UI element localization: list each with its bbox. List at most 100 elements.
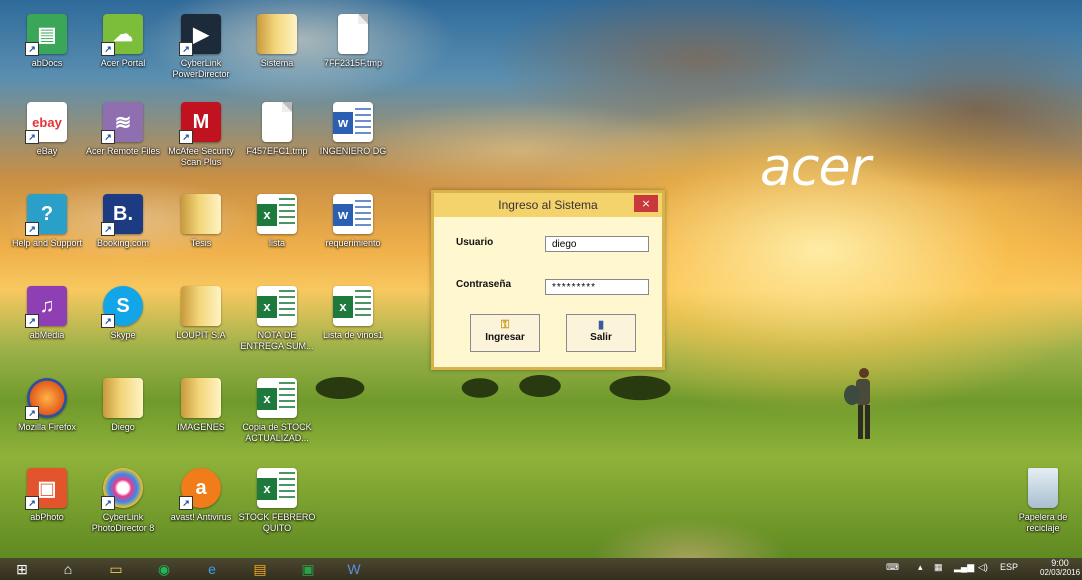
desktop-icon-sistema[interactable]: Sistema (238, 14, 316, 69)
photodirector-icon: ↗ (101, 468, 143, 510)
clock[interactable]: 9:00 02/03/2016 (1040, 558, 1080, 578)
file-icon (262, 102, 292, 142)
abmedia-icon: ♫ ↗ (25, 286, 67, 328)
desktop-icon-lista-de-vinos[interactable]: x Lista de vinos1 (314, 286, 392, 341)
taskbar: ⊞ ⌂ ▭ ◉ e ▤ ▣ W ⌨ ▴ ▦ ▂▄▆ ◁) ESP 9:00 02… (0, 558, 1082, 580)
desktop-icon-mcafee[interactable]: M ↗ McAfee Security Scan Plus (162, 102, 240, 168)
key-icon: ⚿ (500, 319, 510, 331)
file-icon (338, 14, 368, 54)
ingresar-button[interactable]: ⚿ Ingresar (470, 314, 540, 352)
help-icon: ? ↗ (25, 194, 67, 236)
folder-icon (181, 286, 221, 326)
user-field[interactable]: diego (545, 236, 649, 252)
desktop-icon-label: requerimiento (325, 238, 381, 248)
word-document-icon: w (333, 102, 373, 142)
word-document-icon: w (333, 194, 373, 234)
desktop-icon-skype[interactable]: S ↗ Skype (84, 286, 162, 341)
chevron-up-icon[interactable]: ▴ (918, 562, 923, 573)
desktop-icon-abphoto[interactable]: ▣ ↗ abPhoto (8, 468, 86, 523)
desktop-icon-label: Acer Remote Files (85, 146, 161, 156)
excel-icon: x (257, 468, 297, 508)
desktop-icon-label: lista (268, 238, 285, 248)
person-silhouette (844, 368, 870, 439)
desktop-icon-label: Acer Portal (100, 58, 146, 68)
desktop-icon-tesis[interactable]: Tesis (162, 194, 240, 249)
desktop-icon-lista[interactable]: x lista (238, 194, 316, 249)
desktop-icon-label: Tesis (190, 238, 212, 248)
internet-explorer-icon[interactable]: e (198, 559, 226, 579)
desktop-icon-label: eBay (36, 146, 58, 156)
desktop-icon-label: abPhoto (30, 512, 64, 522)
desktop-icon-label: NOTA DE ENTREGA SUM... (240, 330, 314, 351)
spotify-icon[interactable]: ◉ (150, 559, 178, 579)
desktop-icon-acer-portal[interactable]: ☁ ↗ Acer Portal (84, 14, 162, 69)
windows-store-icon[interactable]: ▣ (294, 559, 322, 579)
desktop-icon-label: LOUPIT S.A (176, 330, 226, 340)
desktop-icon-loupit[interactable]: LOUPIT S.A (162, 286, 240, 341)
desktop-icon-booking[interactable]: B. ↗ Booking.com (84, 194, 162, 249)
abphoto-icon: ▣ ↗ (25, 468, 67, 510)
desktop-icon-label: Help and Support (11, 238, 83, 248)
folder-icon (103, 378, 143, 418)
network-icon[interactable]: ▦ (934, 562, 943, 573)
desktop-icon-cyberlink-powerdirector[interactable]: ▶ ↗ CyberLink PowerDirector (162, 14, 240, 80)
desktop-icon-label: Papelera de reciclaje (1018, 512, 1068, 533)
home-icon[interactable]: ⌂ (54, 559, 82, 579)
user-label: Usuario (456, 237, 494, 248)
desktop-icon-abdocs[interactable]: ▤ ↗ abDocs (8, 14, 86, 69)
desktop-icon-photodirector[interactable]: ↗ CyberLink PhotoDirector 8 (84, 468, 162, 534)
desktop-icon-firefox[interactable]: ↗ Mozilla Firefox (8, 378, 86, 433)
firefox-icon: ↗ (25, 378, 67, 420)
desktop-icon-label: Mozilla Firefox (17, 422, 76, 432)
desktop-icon-help-and-support[interactable]: ? ↗ Help and Support (8, 194, 86, 249)
desktop-icon-ebay[interactable]: ebay ↗ eBay (8, 102, 86, 157)
desktop-icon-label: Diego (111, 422, 135, 432)
desktop-icon-copia-de-stock[interactable]: x Copia de STOCK ACTUALIZAD... (238, 378, 316, 444)
desktop-icon-ingeniero-dg[interactable]: w INGENIERO DG (314, 102, 392, 157)
excel-icon: x (257, 286, 297, 326)
desktop-icon-recycle-bin[interactable]: Papelera de reciclaje (1004, 468, 1082, 534)
login-dialog: Ingreso al Sistema × Usuario diego Contr… (431, 190, 665, 370)
signal-icon[interactable]: ▂▄▆ (954, 562, 974, 573)
desktop-icon-label: IMAGENES (177, 422, 225, 432)
desktop-icon-acer-remote-files[interactable]: ≋ ↗ Acer Remote Files (84, 102, 162, 157)
close-button[interactable]: × (634, 195, 658, 212)
desktop-icon-label: avast! Antivirus (170, 512, 232, 522)
language-indicator[interactable]: ESP (1000, 562, 1018, 572)
booking-icon: B. ↗ (101, 194, 143, 236)
desktop-icon-label: CyberLink PhotoDirector 8 (91, 512, 155, 533)
desktop-icon-label: 7FF2315F.tmp (323, 58, 383, 68)
desktop-icon-f457efc1-tmp[interactable]: F457EFC1.tmp (238, 102, 316, 157)
desktop-icon-label: INGENIERO DG (319, 146, 387, 156)
ebay-icon: ebay ↗ (25, 102, 67, 144)
file-explorer-icon[interactable]: ▭ (102, 559, 130, 579)
excel-icon: x (333, 286, 373, 326)
desktop-icon-requerimiento[interactable]: w requerimiento (314, 194, 392, 249)
desktop-icon-diego[interactable]: Diego (84, 378, 162, 433)
mcafee-icon: M ↗ (179, 102, 221, 144)
desktop-icon-stock-febrero[interactable]: x STOCK FEBRERO QUITO (238, 468, 316, 534)
desktop-icon-imagenes[interactable]: IMAGENES (162, 378, 240, 433)
desktop-icon-avast[interactable]: a ↗ avast! Antivirus (162, 468, 240, 523)
desktop-icon-nota-de-entrega[interactable]: x NOTA DE ENTREGA SUM... (238, 286, 316, 352)
desktop-icon-7ff2315f-tmp[interactable]: 7FF2315F.tmp (314, 14, 392, 69)
powerdirector-icon: ▶ ↗ (179, 14, 221, 56)
clock-time: 9:00 (1051, 558, 1069, 568)
excel-icon: x (257, 194, 297, 234)
keyboard-icon[interactable]: ⌨ (886, 562, 899, 573)
password-label: Contraseña (456, 279, 512, 290)
salir-button-label: Salir (590, 332, 612, 343)
start-icon[interactable]: ⊞ (8, 559, 36, 579)
excel-icon: x (257, 378, 297, 418)
ingresar-button-label: Ingresar (485, 332, 525, 343)
desktop-icon-label: Copia de STOCK ACTUALIZAD... (242, 422, 312, 443)
desktop-icon-abmedia[interactable]: ♫ ↗ abMedia (8, 286, 86, 341)
volume-icon[interactable]: ◁) (978, 562, 988, 573)
desktop-icon-label: abMedia (29, 330, 65, 340)
dialog-title: Ingreso al Sistema (498, 198, 598, 212)
password-field[interactable]: ********* (545, 279, 649, 295)
desktop-icon-label: F457EFC1.tmp (246, 146, 308, 156)
salir-button[interactable]: ▮ Salir (566, 314, 636, 352)
store-icon[interactable]: ▤ (246, 559, 274, 579)
word-icon[interactable]: W (340, 559, 368, 579)
